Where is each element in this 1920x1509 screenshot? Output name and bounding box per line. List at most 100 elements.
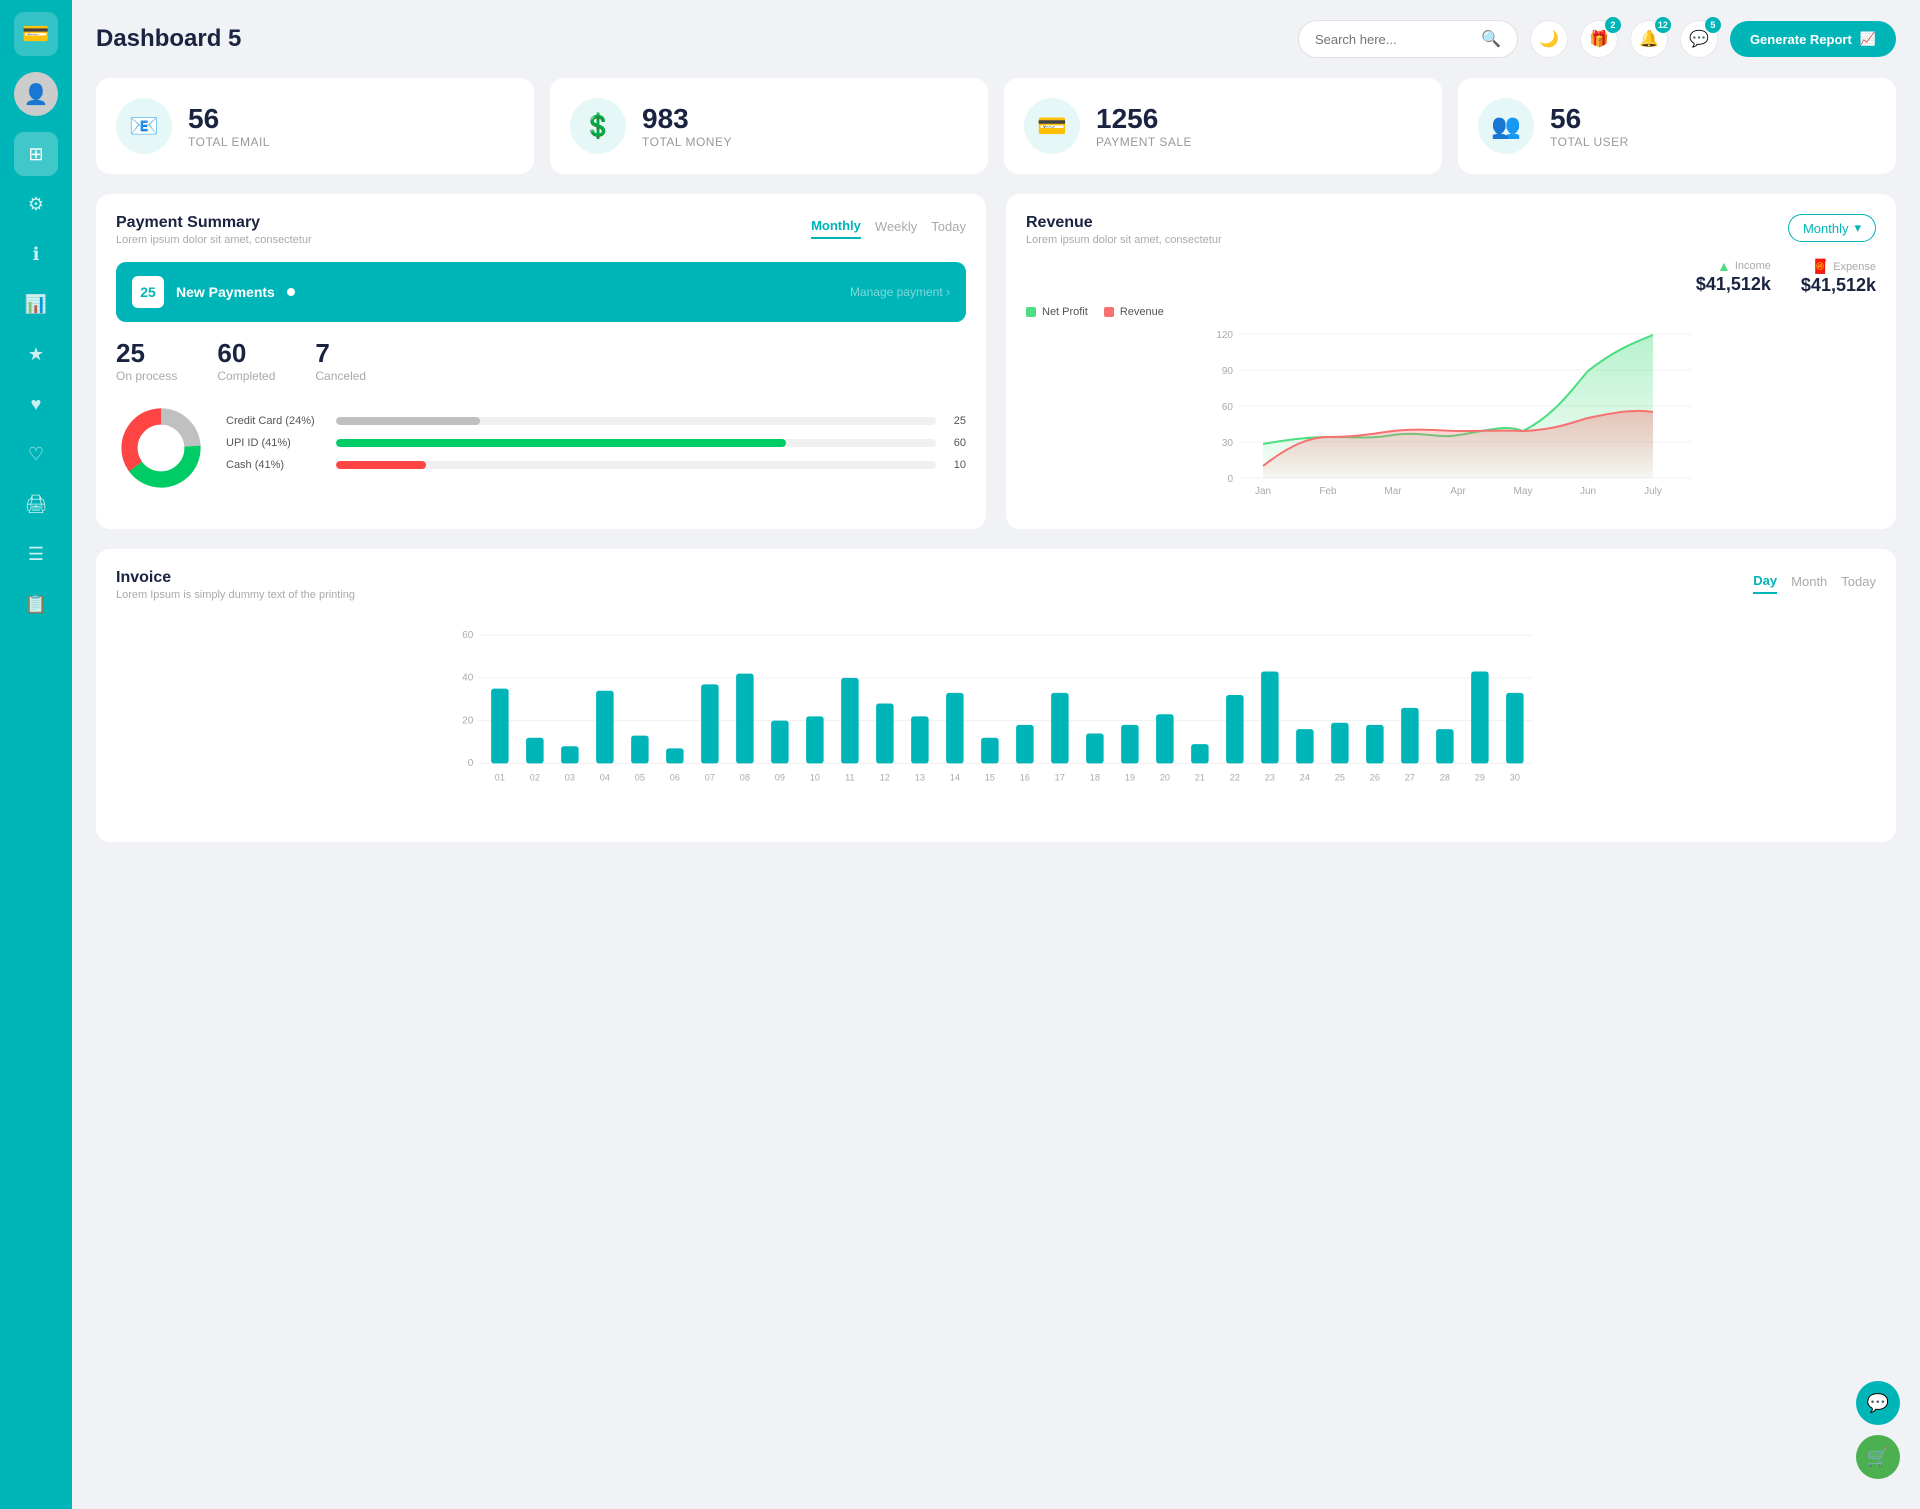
stat-completed: 60 Completed bbox=[217, 338, 275, 383]
upi-label: UPI ID (41%) bbox=[226, 437, 326, 449]
heart-outline-icon: ♡ bbox=[28, 444, 44, 465]
chart-icon: 📈 bbox=[1860, 31, 1876, 47]
invoice-bar-1 bbox=[526, 738, 544, 764]
gift-button[interactable]: 🎁 2 bbox=[1580, 20, 1618, 58]
invoice-bar-27 bbox=[1436, 729, 1454, 763]
tab-day[interactable]: Day bbox=[1753, 569, 1777, 594]
invoice-bar-24 bbox=[1331, 723, 1349, 764]
invoice-bar-15 bbox=[1016, 725, 1034, 763]
invoice-bar-23 bbox=[1296, 729, 1314, 763]
svg-text:0: 0 bbox=[1227, 474, 1233, 485]
stat-info-1: 983 TOTAL MONEY bbox=[642, 103, 732, 149]
income-value: $41,512k bbox=[1696, 274, 1771, 295]
sidebar-item-dashboard[interactable]: ⊞ bbox=[14, 132, 58, 176]
header: Dashboard 5 🔍 🌙 🎁 2 🔔 12 💬 5 Gen bbox=[96, 20, 1896, 58]
gift-badge: 2 bbox=[1605, 17, 1621, 33]
stat-number-2: 1256 bbox=[1096, 103, 1192, 135]
sidebar-logo[interactable]: 💳 bbox=[14, 12, 58, 56]
invoice-x-label-14: 15 bbox=[985, 773, 995, 783]
tab-weekly[interactable]: Weekly bbox=[875, 214, 917, 239]
stat-cards: 📧 56 TOTAL EMAIL 💲 983 TOTAL MONEY 💳 125… bbox=[96, 78, 1896, 174]
heart-icon: ♥ bbox=[31, 394, 42, 415]
tab-month[interactable]: Month bbox=[1791, 569, 1827, 594]
theme-toggle-button[interactable]: 🌙 bbox=[1530, 20, 1568, 58]
stat-label-3: TOTAL USER bbox=[1550, 135, 1629, 149]
search-box[interactable]: 🔍 bbox=[1298, 20, 1518, 58]
invoice-x-label-6: 07 bbox=[705, 773, 715, 783]
svg-text:60: 60 bbox=[1222, 402, 1234, 413]
search-input[interactable] bbox=[1315, 32, 1473, 47]
notifications-button[interactable]: 🔔 12 bbox=[1630, 20, 1668, 58]
revenue-label: Revenue bbox=[1120, 306, 1164, 318]
payment-stats-row: 25 On process 60 Completed 7 Canceled bbox=[116, 338, 966, 383]
invoice-bar-11 bbox=[876, 704, 894, 764]
sidebar-item-info[interactable]: ℹ bbox=[14, 232, 58, 276]
invoice-bar-6 bbox=[701, 684, 719, 763]
avatar-icon: 👤 bbox=[24, 82, 49, 107]
avatar[interactable]: 👤 bbox=[14, 72, 58, 116]
invoice-bar-28 bbox=[1471, 672, 1489, 764]
svg-text:60: 60 bbox=[462, 630, 474, 641]
page-title: Dashboard 5 bbox=[96, 25, 241, 53]
invoice-x-label-17: 18 bbox=[1090, 773, 1100, 783]
invoice-bar-4 bbox=[631, 736, 649, 764]
cart-button[interactable]: 🛒 bbox=[1856, 1435, 1900, 1479]
progress-row-upi: UPI ID (41%) 60 bbox=[226, 437, 966, 449]
new-payments-left: 25 New Payments bbox=[132, 276, 295, 308]
print-icon: 🖨 bbox=[25, 494, 48, 515]
invoice-x-label-28: 29 bbox=[1475, 773, 1485, 783]
canceled-label: Canceled bbox=[315, 369, 366, 383]
invoice-bar-3 bbox=[596, 691, 614, 764]
tab-monthly[interactable]: Monthly bbox=[811, 214, 861, 239]
chat-support-button[interactable]: 💬 bbox=[1856, 1381, 1900, 1425]
upi-val: 60 bbox=[946, 437, 966, 449]
invoice-x-label-0: 01 bbox=[495, 773, 505, 783]
stat-number-0: 56 bbox=[188, 103, 270, 135]
sidebar-item-analytics[interactable]: 📊 bbox=[14, 282, 58, 326]
analytics-icon: 📊 bbox=[25, 294, 47, 315]
chevron-down-icon: ▾ bbox=[1854, 220, 1861, 236]
invoice-bar-29 bbox=[1506, 693, 1524, 764]
chat-icon: 💬 bbox=[1689, 29, 1709, 49]
sidebar-item-star[interactable]: ★ bbox=[14, 332, 58, 376]
stat-number-3: 56 bbox=[1550, 103, 1629, 135]
invoice-bar-19 bbox=[1156, 714, 1174, 763]
invoice-x-label-20: 21 bbox=[1195, 773, 1205, 783]
invoice-bar-13 bbox=[946, 693, 964, 764]
monthly-label: Monthly bbox=[1803, 221, 1849, 236]
sidebar-item-docs[interactable]: 📋 bbox=[14, 582, 58, 626]
sidebar-item-heart2[interactable]: ♡ bbox=[14, 432, 58, 476]
sidebar-item-settings[interactable]: ⚙ bbox=[14, 182, 58, 226]
generate-report-button[interactable]: Generate Report 📈 bbox=[1730, 21, 1896, 57]
revenue-legend: Net Profit Revenue bbox=[1026, 306, 1876, 318]
sidebar-item-list[interactable]: ☰ bbox=[14, 532, 58, 576]
creditcard-bar-bg bbox=[336, 417, 936, 425]
main-content: Dashboard 5 🔍 🌙 🎁 2 🔔 12 💬 5 Gen bbox=[72, 0, 1920, 1509]
tab-today[interactable]: Today bbox=[931, 214, 966, 239]
invoice-x-label-10: 11 bbox=[845, 773, 854, 783]
messages-button[interactable]: 💬 5 bbox=[1680, 20, 1718, 58]
sidebar-item-heart[interactable]: ♥ bbox=[14, 382, 58, 426]
gift-icon: 🎁 bbox=[1589, 29, 1609, 49]
invoice-bar-5 bbox=[666, 748, 684, 763]
docs-icon: 📋 bbox=[25, 594, 47, 615]
manage-payment-link[interactable]: Manage payment › bbox=[850, 285, 950, 299]
sidebar-item-print[interactable]: 🖨 bbox=[14, 482, 58, 526]
messages-badge: 5 bbox=[1705, 17, 1721, 33]
revenue-card: Revenue Lorem ipsum dolor sit amet, cons… bbox=[1006, 194, 1896, 529]
invoice-bar-16 bbox=[1051, 693, 1069, 764]
invoice-bar-9 bbox=[806, 716, 824, 763]
canceled-number: 7 bbox=[315, 338, 366, 369]
invoice-bar-2 bbox=[561, 746, 579, 763]
invoice-x-label-11: 12 bbox=[880, 773, 890, 783]
invoice-title: Invoice bbox=[116, 569, 355, 587]
tab-today[interactable]: Today bbox=[1841, 569, 1876, 594]
invoice-bar-7 bbox=[736, 674, 754, 764]
logo-icon: 💳 bbox=[22, 21, 49, 47]
invoice-bar-22 bbox=[1261, 672, 1279, 764]
revenue-monthly-dropdown[interactable]: Monthly ▾ bbox=[1788, 214, 1876, 242]
svg-text:July: July bbox=[1644, 486, 1662, 497]
invoice-x-label-21: 22 bbox=[1230, 773, 1240, 783]
stat-number-1: 983 bbox=[642, 103, 732, 135]
stat-label-2: PAYMENT SALE bbox=[1096, 135, 1192, 149]
